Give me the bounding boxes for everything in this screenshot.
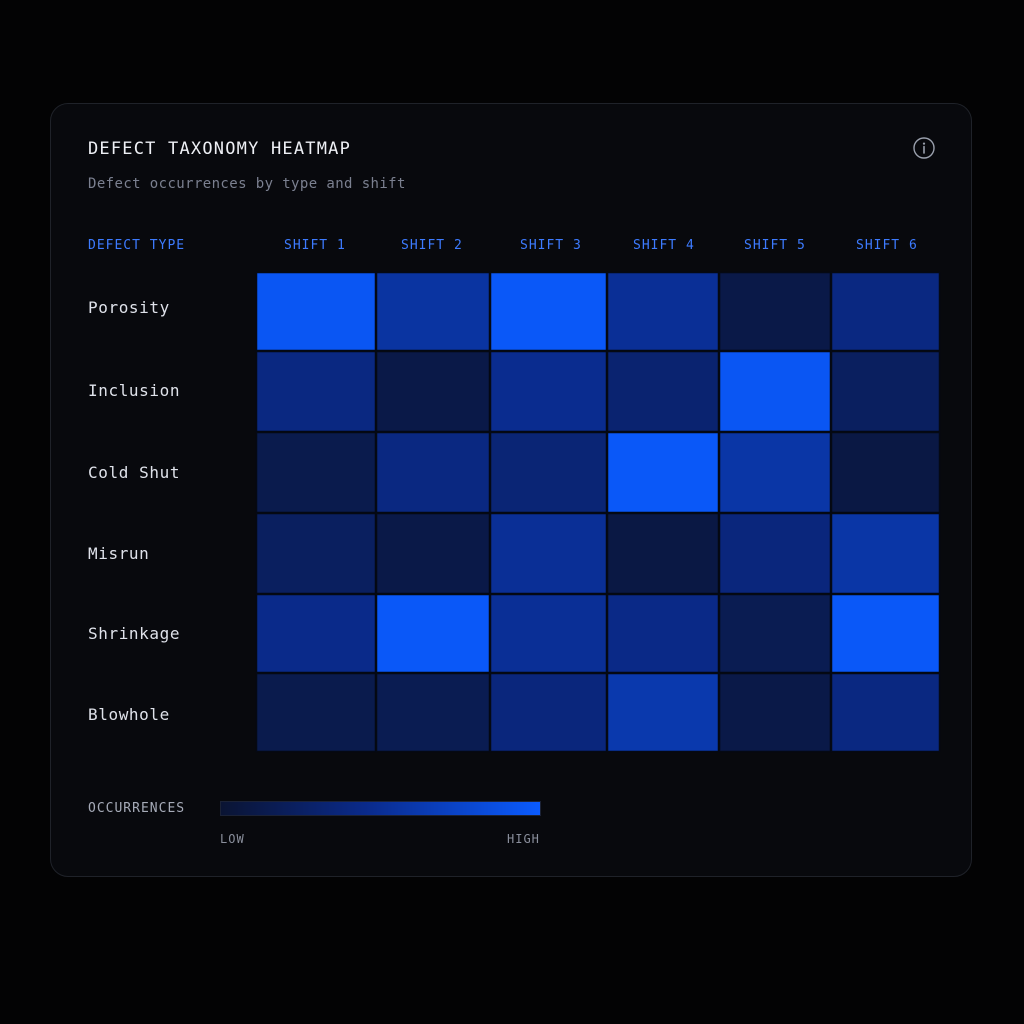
chart-subtitle: Defect occurrences by type and shift — [88, 176, 406, 192]
legend-high-label: HIGH — [507, 832, 540, 846]
legend-title: OCCURRENCES — [88, 801, 186, 816]
row-header-label: DEFECT TYPE — [88, 238, 186, 253]
row-label-blowhole: Blowhole — [88, 705, 170, 724]
row-label-inclusion: Inclusion — [88, 381, 181, 400]
row-label-porosity: Porosity — [88, 298, 170, 317]
row-label-shrinkage: Shrinkage — [88, 624, 181, 643]
column-header-shift-1: SHIFT 1 — [284, 238, 346, 253]
row-label-cold-shut: Cold Shut — [88, 463, 181, 482]
column-header-shift-4: SHIFT 4 — [633, 238, 695, 253]
chart-title: DEFECT TAXONOMY HEATMAP — [88, 139, 352, 159]
row-label-misrun: Misrun — [88, 544, 150, 563]
column-header-shift-3: SHIFT 3 — [520, 238, 582, 253]
chart-card — [50, 103, 972, 877]
column-header-shift-2: SHIFT 2 — [401, 238, 463, 253]
column-header-shift-5: SHIFT 5 — [744, 238, 806, 253]
legend-gradient-bar — [220, 801, 541, 816]
info-icon[interactable] — [913, 137, 935, 159]
column-header-shift-6: SHIFT 6 — [856, 238, 918, 253]
legend-low-label: LOW — [220, 832, 245, 846]
